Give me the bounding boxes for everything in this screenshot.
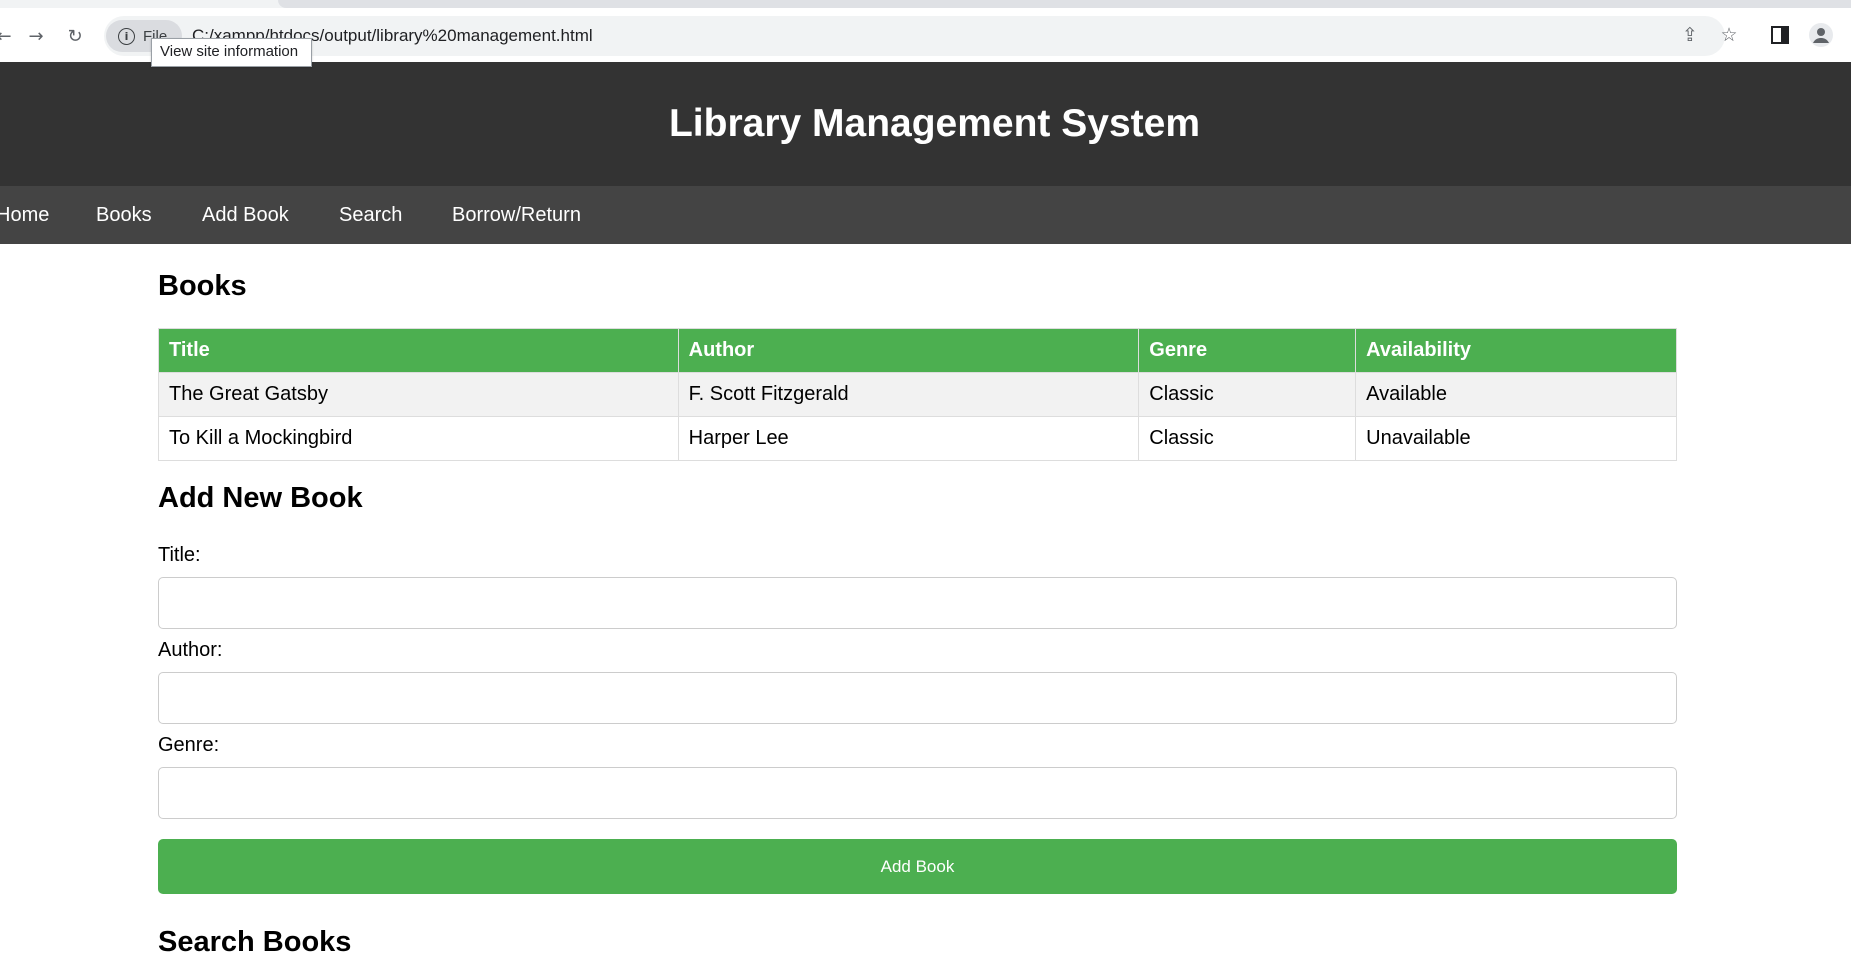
search-books-heading: Search Books [158,926,352,958]
column-header-genre: Genre [1138,328,1357,373]
genre-label: Genre: [158,734,220,756]
column-header-title: Title [158,328,679,373]
table-row: The Great Gatsby F. Scott Fitzgerald Cla… [158,372,1677,417]
nav-add-book[interactable]: Add Book [202,186,289,244]
add-book-button[interactable]: Add Book [158,839,1677,894]
table-row: To Kill a Mockingbird Harper Lee Classic… [158,416,1677,461]
page-title: Library Management System [668,102,1200,145]
forward-icon[interactable]: → [22,22,50,50]
profile-avatar-icon[interactable] [1808,22,1834,48]
column-header-availability: Availability [1355,328,1677,373]
title-input[interactable] [158,577,1677,629]
nav-borrow-return[interactable]: Borrow/Return [452,186,581,244]
back-icon[interactable]: ← [0,22,18,50]
cell-genre: Classic [1138,416,1357,461]
cell-author: F. Scott Fitzgerald [677,372,1140,417]
add-book-heading: Add New Book [158,482,363,514]
address-bar[interactable]: i File C:/xampp/htdocs/output/library%20… [104,16,1725,56]
genre-input[interactable] [158,767,1677,819]
books-table: Title Author Genre Availability The Grea… [158,328,1677,461]
title-label: Title: [158,544,201,566]
cell-availability: Unavailable [1355,416,1677,461]
column-header-author: Author [677,328,1140,373]
author-input[interactable] [158,672,1677,724]
books-heading: Books [158,270,247,302]
tab-strip-background [278,0,1851,8]
side-panel-icon[interactable] [1767,22,1793,48]
site-info-tooltip: View site information [151,38,312,67]
page-header: Library Management System [0,62,1851,186]
nav-books[interactable]: Books [96,186,152,244]
cell-availability: Available [1355,372,1677,417]
share-icon[interactable]: ⇪ [1677,22,1703,48]
tab-strip [0,0,1851,8]
nav-search[interactable]: Search [339,186,402,244]
reload-icon[interactable]: ↻ [61,22,89,50]
table-header-row: Title Author Genre Availability [158,328,1677,373]
bookmark-star-icon[interactable]: ☆ [1716,22,1742,48]
main-nav: Home Books Add Book Search Borrow/Return [0,186,1851,244]
author-label: Author: [158,639,223,661]
nav-home[interactable]: Home [0,186,49,244]
cell-title: The Great Gatsby [158,372,679,417]
cell-title: To Kill a Mockingbird [158,416,679,461]
info-icon: i [118,27,135,45]
cell-genre: Classic [1138,372,1357,417]
cell-author: Harper Lee [677,416,1140,461]
